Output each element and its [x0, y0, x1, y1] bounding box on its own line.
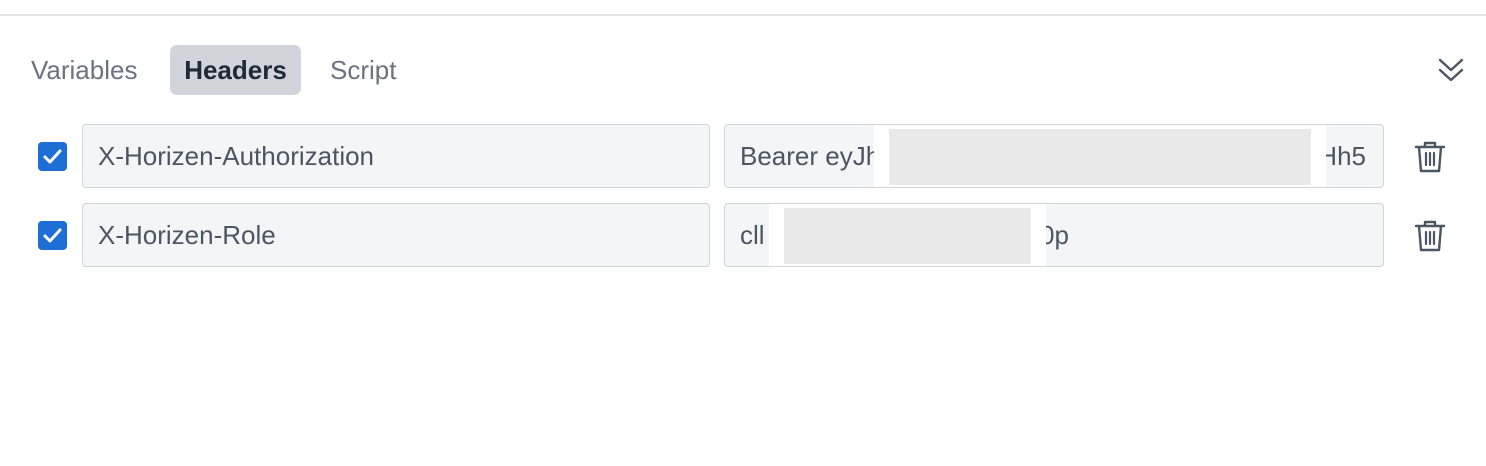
checkmark-icon [43, 228, 62, 243]
header-key-text: X-Horizen-Authorization [98, 141, 375, 171]
trash-icon[interactable] [1414, 140, 1446, 174]
header-value-input[interactable]: Bearer eyJh Hh5 [724, 124, 1384, 188]
header-value-text-start: cll [740, 220, 765, 250]
top-divider [0, 14, 1486, 16]
header-row: X-Horizen-Role cll 0p [0, 203, 1486, 269]
redacted-value [769, 204, 1046, 266]
tab-headers[interactable]: Headers [170, 45, 301, 95]
header-enabled-checkbox[interactable] [38, 142, 67, 171]
tab-bar: Variables Headers Script [16, 45, 411, 95]
checkmark-icon [43, 149, 62, 164]
chevrons-down-icon[interactable] [1436, 56, 1466, 84]
tab-script[interactable]: Script [315, 45, 411, 95]
trash-icon[interactable] [1414, 219, 1446, 253]
header-key-text: X-Horizen-Role [98, 220, 276, 250]
header-value-text-start: Bearer eyJh [740, 141, 881, 171]
header-key-input[interactable]: X-Horizen-Role [82, 203, 710, 267]
header-key-input[interactable]: X-Horizen-Authorization [82, 124, 710, 188]
header-row: X-Horizen-Authorization Bearer eyJh Hh5 [0, 124, 1486, 190]
tab-variables[interactable]: Variables [16, 45, 156, 95]
header-enabled-checkbox[interactable] [38, 221, 67, 250]
redacted-value [874, 125, 1326, 187]
header-value-input[interactable]: cll 0p [724, 203, 1384, 267]
